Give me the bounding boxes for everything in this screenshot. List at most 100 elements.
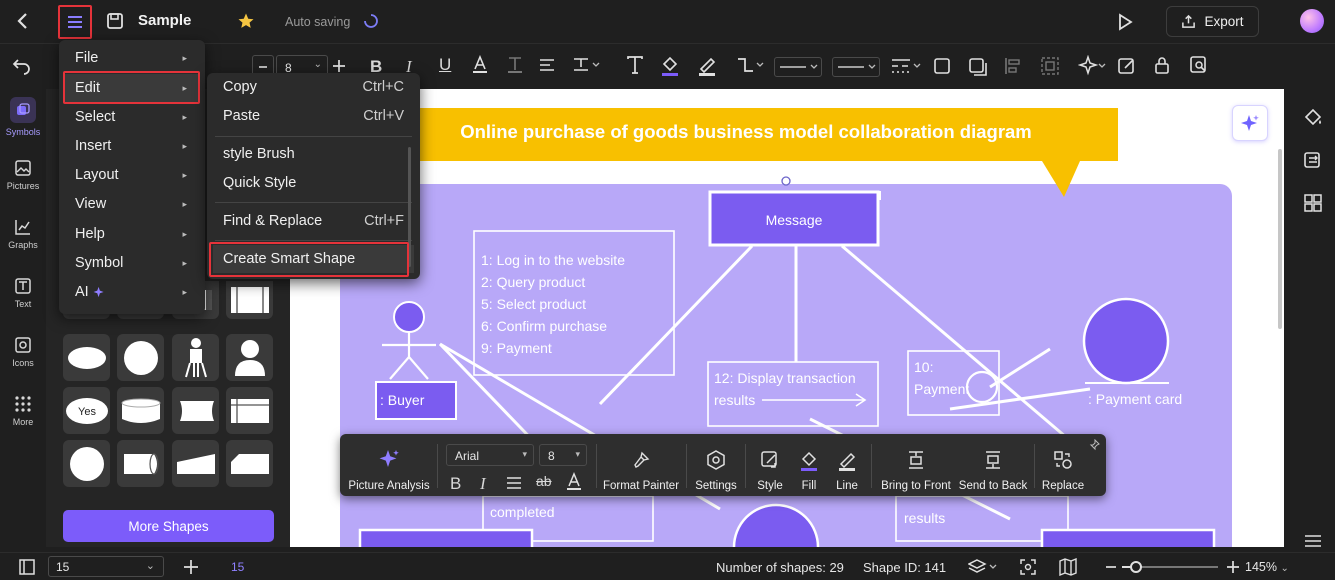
rail-item-symbols[interactable]: Symbols — [0, 97, 46, 153]
zoom-slider-handle[interactable] — [1130, 561, 1142, 573]
text-tool-icon[interactable] — [625, 55, 645, 75]
rail-item-icons[interactable]: Icons — [0, 336, 46, 392]
shape-tape[interactable] — [172, 387, 219, 434]
add-page-icon[interactable] — [182, 558, 200, 576]
magic-icon[interactable] — [1078, 55, 1108, 77]
focus-icon[interactable] — [1019, 558, 1037, 576]
back-icon[interactable] — [12, 10, 34, 32]
bold-button[interactable]: B — [450, 474, 461, 494]
font-color-icon[interactable] — [471, 55, 489, 75]
edit-icon[interactable] — [1117, 56, 1137, 76]
export-button[interactable]: Export — [1166, 6, 1259, 37]
group-icon[interactable] — [1040, 56, 1060, 76]
layers-icon[interactable] — [968, 558, 1000, 576]
document-title[interactable]: Sample — [138, 12, 191, 29]
vertical-scrollbar[interactable] — [1278, 149, 1282, 329]
italic-button[interactable]: I — [480, 474, 486, 494]
line-style-select[interactable] — [774, 57, 822, 77]
rail-label: Symbols — [5, 127, 41, 137]
rail-item-text[interactable]: Text — [0, 277, 46, 333]
shape-internal-storage[interactable] — [226, 387, 273, 434]
zoom-in-icon[interactable] — [1226, 558, 1240, 576]
align-objects-icon[interactable] — [1003, 56, 1023, 76]
font-family-select[interactable]: Arial ▾ — [446, 444, 534, 466]
style-button[interactable]: Style — [749, 434, 791, 496]
font-color-button[interactable] — [566, 472, 582, 492]
menu-item-select[interactable]: Select ▸ — [65, 103, 199, 131]
underline-icon[interactable]: U — [439, 55, 451, 75]
rail-item-pictures[interactable]: Pictures — [0, 159, 46, 215]
menu-item-style-brush[interactable]: style Brush — [213, 140, 414, 168]
text-direction-icon[interactable] — [572, 57, 600, 73]
separator — [745, 444, 746, 488]
font-size-select[interactable]: 8 ▾ — [539, 444, 587, 466]
fill-panel-icon[interactable] — [1303, 107, 1323, 127]
grid-panel-icon[interactable] — [1303, 193, 1323, 213]
lower-box-right — [1040, 528, 1216, 547]
menu-item-layout[interactable]: Layout ▸ — [65, 161, 199, 189]
menu-item-file[interactable]: File ▸ — [65, 44, 199, 72]
shape-cylinder[interactable] — [117, 387, 164, 434]
undo-icon[interactable] — [12, 57, 32, 75]
shape-yes-ellipse[interactable]: Yes — [63, 387, 110, 434]
zoom-level[interactable]: 145% ⌄ — [1245, 560, 1289, 574]
shape-horizontal-cylinder[interactable] — [117, 440, 164, 487]
shape-ellipse[interactable] — [63, 334, 110, 381]
menu-item-quick-style[interactable]: Quick Style — [213, 169, 414, 197]
more-shapes-button[interactable]: More Shapes — [63, 510, 274, 542]
bring-to-front-button[interactable]: Bring to Front — [876, 434, 956, 496]
text-clear-icon[interactable] — [506, 55, 524, 75]
shape-manual-input[interactable] — [172, 440, 219, 487]
right-rail — [1290, 89, 1335, 547]
menu-item-paste[interactable]: Paste Ctrl+V — [213, 102, 414, 130]
menu-item-symbol[interactable]: Symbol ▸ — [65, 249, 199, 277]
page-panel-icon[interactable] — [18, 559, 36, 575]
shadow-icon[interactable] — [967, 56, 989, 78]
save-icon[interactable] — [104, 10, 126, 32]
shape-user[interactable] — [226, 334, 273, 381]
shape-circle[interactable] — [117, 334, 164, 381]
line-color-icon[interactable] — [697, 55, 717, 77]
fill-button[interactable]: Fill — [792, 434, 826, 496]
ai-assistant-button[interactable] — [1232, 105, 1268, 141]
align-icon[interactable] — [538, 57, 556, 73]
settings-panel-icon[interactable] — [1303, 533, 1323, 549]
send-to-back-button[interactable]: Send to Back — [956, 434, 1030, 496]
align-button[interactable] — [506, 476, 522, 490]
menu-item-help[interactable]: Help ▸ — [65, 220, 199, 248]
pin-icon[interactable] — [1088, 439, 1100, 451]
menu-item-insert[interactable]: Insert ▸ — [65, 132, 199, 160]
front-icon[interactable] — [932, 56, 952, 76]
map-icon[interactable] — [1058, 558, 1078, 576]
settings-button[interactable]: Settings — [690, 434, 742, 496]
star-icon[interactable] — [236, 11, 256, 31]
shape-rect-4[interactable] — [226, 281, 273, 319]
lock-icon[interactable] — [1153, 55, 1171, 75]
line-pattern-icon[interactable] — [890, 57, 922, 75]
format-painter-button[interactable]: Format Painter — [600, 434, 682, 496]
zoom-out-icon[interactable] — [1104, 558, 1118, 576]
rail-item-more[interactable]: More — [0, 395, 46, 451]
shape-circle-2[interactable] — [63, 440, 110, 487]
menu-item-ai[interactable]: AI ▸ — [65, 278, 199, 306]
replace-panel-icon[interactable] — [1303, 150, 1323, 170]
avatar[interactable] — [1300, 9, 1324, 33]
line-button[interactable]: Line — [830, 434, 864, 496]
menu-item-view[interactable]: View ▸ — [65, 190, 199, 218]
rail-item-graphs[interactable]: Graphs — [0, 218, 46, 274]
step-4: 6: Confirm purchase — [481, 318, 607, 334]
shape-actor[interactable] — [172, 334, 219, 381]
menu-item-copy[interactable]: Copy Ctrl+C — [213, 73, 414, 101]
strikethrough-button[interactable]: ab — [536, 473, 552, 489]
shape-card[interactable] — [226, 440, 273, 487]
picture-analysis-button[interactable]: Picture Analysis — [346, 434, 432, 496]
replace-button[interactable]: Replace — [1038, 434, 1088, 496]
fill-color-icon[interactable] — [660, 55, 680, 77]
line-weight-select[interactable] — [832, 57, 880, 77]
page-tab[interactable]: 15 — [231, 560, 244, 574]
find-icon[interactable] — [1189, 55, 1209, 75]
menu-item-find-replace[interactable]: Find & Replace Ctrl+F — [213, 207, 414, 235]
connector-icon[interactable] — [735, 55, 765, 75]
play-icon[interactable] — [1114, 11, 1136, 33]
page-select[interactable]: 15 ⌄ — [48, 556, 164, 577]
